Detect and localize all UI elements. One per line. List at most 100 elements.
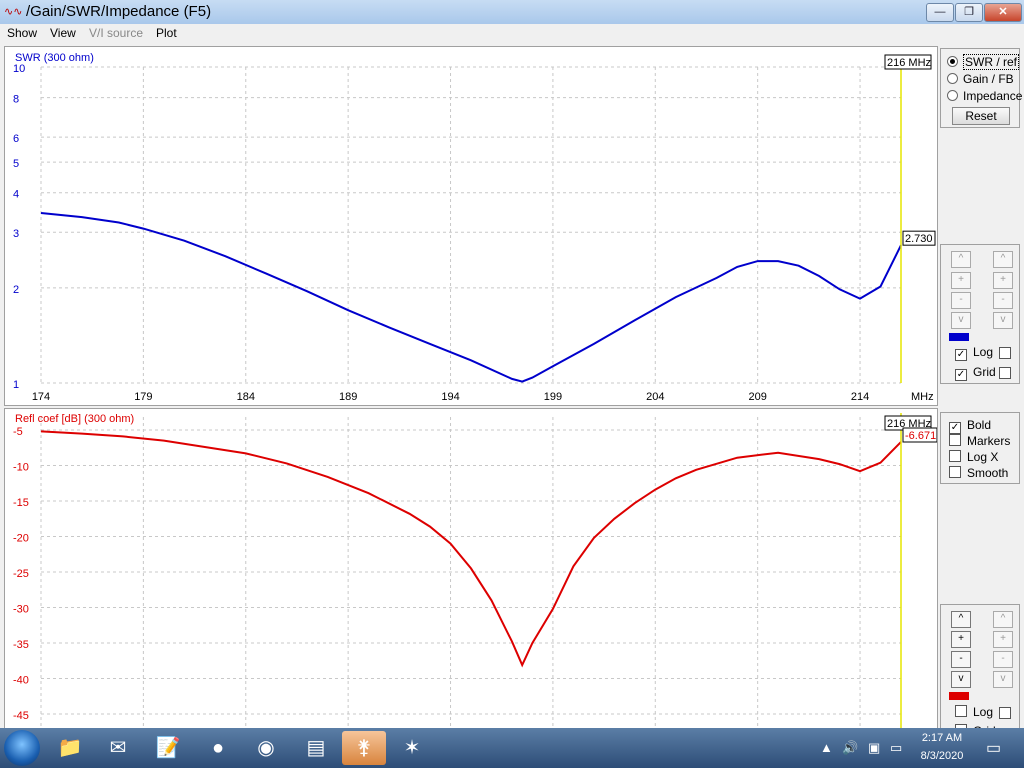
smooth-option[interactable]: Smooth: [949, 466, 1008, 480]
swr-marker-freq: 216 MHz: [887, 57, 931, 69]
clock-date[interactable]: 8/3/2020: [912, 750, 972, 762]
app-icon[interactable]: ▤: [294, 731, 338, 765]
mail-icon[interactable]: ✉: [96, 731, 140, 765]
bold-option[interactable]: ✓ Bold: [949, 418, 991, 434]
radio-gain[interactable]: [947, 73, 958, 84]
markers-option[interactable]: Markers: [949, 434, 1010, 448]
ime-icon[interactable]: ▣: [868, 740, 880, 756]
menu-bar: Show View V/I source Plot: [0, 24, 1024, 42]
radio-swr[interactable]: [947, 56, 958, 67]
window-title: /Gain/SWR/Impedance (F5): [26, 3, 212, 20]
swr-x-tick: 209: [748, 391, 766, 403]
refl-left-minus-button[interactable]: -: [951, 651, 971, 668]
swr-scale-panel: ^ + - v ^ + - v ✓ Log ✓ Grid: [940, 244, 1020, 384]
network-icon[interactable]: ▭: [890, 740, 902, 756]
option-gain[interactable]: Gain / FB: [947, 72, 1014, 86]
refl-right-minus-button[interactable]: -: [993, 651, 1013, 668]
swr-left-plus-button[interactable]: +: [951, 272, 971, 289]
refl-right-up-button[interactable]: ^: [993, 611, 1013, 628]
swr-chart: 10 8 6 5 4 3 2 1 174 179 184 189 194 199 204 209 214 MHz S…: [13, 52, 936, 403]
refl-chart: -5 -10 -15 -20 -25 -30 -35 -40 -45 Refl coef [dB]…: [13, 413, 937, 729]
refl-y-tick: -25: [13, 568, 29, 580]
notepad-icon[interactable]: 📝: [146, 731, 190, 765]
swr-grid: [40, 66, 901, 384]
globe-icon[interactable]: ●: [196, 731, 240, 765]
swr-left-down-button[interactable]: v: [951, 312, 971, 329]
refl-grid: [40, 417, 901, 729]
swr-right-down-button[interactable]: v: [993, 312, 1013, 329]
swr-left-up-button[interactable]: ^: [951, 251, 971, 268]
display-options-panel: ✓ Bold Markers Log X Smooth: [940, 412, 1020, 484]
refl-left-down-button[interactable]: v: [951, 671, 971, 688]
swr-right-log-checkbox[interactable]: [999, 347, 1011, 359]
swr-x-tick: 194: [441, 391, 459, 403]
swr-y-tick: 1: [13, 379, 19, 391]
refl-left-plus-button[interactable]: +: [951, 631, 971, 648]
smooth-checkbox[interactable]: [949, 466, 961, 478]
option-impedance[interactable]: Impedance: [947, 89, 1022, 103]
swr-grid-option[interactable]: ✓ Grid: [955, 365, 996, 381]
swr-right-plus-button[interactable]: +: [993, 272, 1013, 289]
taskbar: 📁 ✉ 📝 ● ◉ ▤ ⚵ ✶ ▲ 🔊 ▣ ▭ 2:17 AM 8/3/2020 ▭: [0, 728, 1024, 768]
antenna-icon[interactable]: ⚵: [342, 731, 386, 765]
swr-x-tick: 214: [851, 391, 869, 403]
bold-checkbox[interactable]: ✓: [949, 422, 961, 434]
menu-show[interactable]: Show: [7, 26, 37, 40]
swr-plot[interactable]: 10 8 6 5 4 3 2 1 174 179 184 189 194 199 204 209 214 MHz S…: [4, 46, 938, 406]
swr-left-minus-button[interactable]: -: [951, 292, 971, 309]
refl-right-down-button[interactable]: v: [993, 671, 1013, 688]
swr-x-tick: 174: [32, 391, 50, 403]
refl-y-tick: -20: [13, 533, 29, 545]
refl-series-line: [40, 430, 902, 668]
chrome-icon[interactable]: ◉: [244, 731, 288, 765]
refl-color-swatch[interactable]: [949, 692, 969, 700]
notification-icon[interactable]: ▭: [986, 738, 1001, 758]
plot-type-panel: SWR / ref Gain / FB Impedance Reset: [940, 48, 1022, 128]
swr-x-tick: 184: [237, 391, 255, 403]
folder-icon[interactable]: 📁: [48, 731, 92, 765]
start-button[interactable]: [4, 730, 40, 766]
refl-log-checkbox[interactable]: [955, 705, 967, 717]
menu-vi-source[interactable]: V/I source: [89, 26, 143, 40]
swr-x-unit: MHz: [911, 391, 934, 403]
radio-impedance[interactable]: [947, 90, 958, 101]
swr-grid-checkbox[interactable]: ✓: [955, 369, 967, 381]
logx-option[interactable]: Log X: [949, 450, 998, 464]
menu-view[interactable]: View: [50, 26, 76, 40]
reset-button[interactable]: Reset: [952, 107, 1010, 125]
swr-log-checkbox[interactable]: ✓: [955, 349, 967, 361]
swr-right-up-button[interactable]: ^: [993, 251, 1013, 268]
swr-x-tick: 204: [646, 391, 664, 403]
option-swr[interactable]: SWR / ref: [947, 54, 1020, 70]
tray-expand-icon[interactable]: ▲: [820, 740, 833, 755]
swr-y-tick: 3: [13, 228, 19, 240]
refl-plot[interactable]: -5 -10 -15 -20 -25 -30 -35 -40 -45 Refl coef [dB]…: [4, 408, 938, 730]
swr-right-minus-button[interactable]: -: [993, 292, 1013, 309]
refl-right-log-checkbox[interactable]: [999, 707, 1011, 719]
refl-left-up-button[interactable]: ^: [951, 611, 971, 628]
swr-color-swatch[interactable]: [949, 333, 969, 341]
swr-marker-value: 2.730: [905, 233, 933, 245]
speaker-icon[interactable]: 🔊: [842, 740, 858, 756]
clock-time[interactable]: 2:17 AM: [912, 732, 972, 744]
bird-icon[interactable]: ✶: [390, 731, 434, 765]
menu-plot[interactable]: Plot: [156, 26, 177, 40]
swr-axis-label: SWR (300 ohm): [15, 52, 94, 64]
markers-checkbox[interactable]: [949, 434, 961, 446]
swr-series-line: [40, 212, 902, 383]
minimize-button[interactable]: —: [926, 3, 954, 22]
swr-y-tick: 6: [13, 133, 19, 145]
maximize-button[interactable]: ❐: [955, 3, 983, 22]
refl-log-option[interactable]: Log: [955, 705, 993, 719]
title-bar[interactable]: ∿∿ /Gain/SWR/Impedance (F5) — ❐ ✕: [0, 0, 1024, 24]
wave-icon: ∿∿: [4, 6, 23, 18]
refl-scale-panel: ^ + - v ^ + - v Log Grid: [940, 604, 1020, 730]
refl-right-plus-button[interactable]: +: [993, 631, 1013, 648]
swr-y-tick: 10: [13, 63, 25, 75]
swr-log-option[interactable]: ✓ Log: [955, 345, 993, 361]
refl-y-tick: -30: [13, 604, 29, 616]
logx-checkbox[interactable]: [949, 450, 961, 462]
refl-marker-value: -6.671: [905, 430, 936, 442]
swr-right-grid-checkbox[interactable]: [999, 367, 1011, 379]
close-button[interactable]: ✕: [984, 3, 1022, 22]
